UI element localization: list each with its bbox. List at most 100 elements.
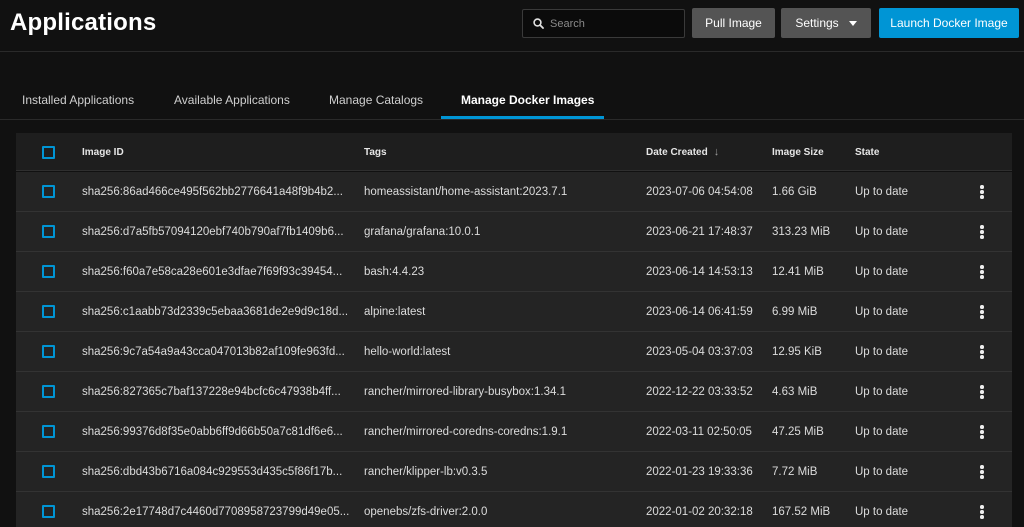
table-header: Image ID Tags Date Created ↓ Image Size … [16, 133, 1012, 171]
row-actions-kebab-icon[interactable] [978, 345, 986, 359]
image-id-cell: sha256:827365c7baf137228e94bcfc6c47938b4… [82, 385, 341, 398]
row-checkbox[interactable] [42, 465, 55, 478]
state-cell: Up to date [855, 465, 909, 478]
state-cell: Up to date [855, 185, 909, 198]
date-created-cell: 2022-03-11 02:50:05 [646, 425, 752, 438]
image-id-cell: sha256:2e17748d7c4460d7708958723799d49e0… [82, 505, 350, 518]
launch-docker-image-label: Launch Docker Image [890, 16, 1008, 30]
tags-cell: alpine:latest [364, 305, 426, 318]
column-header-date-created-label: Date Created [646, 146, 708, 158]
tab-manage-docker-images[interactable]: Manage Docker Images [461, 80, 594, 119]
image-id-cell: sha256:c1aabb73d2339c5ebaa3681de2e9d9c18… [82, 305, 349, 318]
state-cell: Up to date [855, 425, 909, 438]
page-header: Applications Pull Image Settings Launch … [0, 0, 1024, 52]
settings-button[interactable]: Settings [781, 8, 871, 38]
pull-image-button[interactable]: Pull Image [692, 8, 775, 38]
settings-label: Settings [795, 16, 839, 30]
row-checkbox[interactable] [42, 225, 55, 238]
column-header-image-size[interactable]: Image Size [772, 133, 824, 171]
tags-cell: rancher/mirrored-coredns-coredns:1.9.1 [364, 425, 568, 438]
column-header-state[interactable]: State [855, 133, 879, 171]
table-row: sha256:c1aabb73d2339c5ebaa3681de2e9d9c18… [16, 292, 1012, 332]
row-actions-kebab-icon[interactable] [978, 265, 986, 279]
image-size-cell: 6.99 MiB [772, 305, 818, 318]
row-checkbox[interactable] [42, 185, 55, 198]
tab-available-applications[interactable]: Available Applications [174, 80, 290, 119]
image-size-cell: 12.41 MiB [772, 265, 824, 278]
table-row: sha256:827365c7baf137228e94bcfc6c47938b4… [16, 372, 1012, 412]
row-actions-kebab-icon[interactable] [978, 225, 986, 239]
row-actions-kebab-icon[interactable] [978, 185, 986, 199]
date-created-cell: 2022-01-23 19:33:36 [646, 465, 753, 478]
date-created-cell: 2023-06-14 14:53:13 [646, 265, 753, 278]
tags-cell: homeassistant/home-assistant:2023.7.1 [364, 185, 568, 198]
launch-docker-image-button[interactable]: Launch Docker Image [879, 8, 1019, 38]
row-actions-kebab-icon[interactable] [978, 385, 986, 399]
row-actions-kebab-icon[interactable] [978, 505, 986, 519]
search-input[interactable] [550, 10, 680, 37]
table-row: sha256:d7a5fb57094120ebf740b790af7fb1409… [16, 212, 1012, 252]
date-created-cell: 2023-07-06 04:54:08 [646, 185, 753, 198]
table-row: sha256:99376d8f35e0abb6ff9d66b50a7c81df6… [16, 412, 1012, 452]
date-created-cell: 2023-06-14 06:41:59 [646, 305, 753, 318]
image-id-cell: sha256:d7a5fb57094120ebf740b790af7fb1409… [82, 225, 344, 238]
tags-cell: openebs/zfs-driver:2.0.0 [364, 505, 488, 518]
search-box[interactable] [522, 9, 685, 38]
date-created-cell: 2022-01-02 20:32:18 [646, 505, 753, 518]
image-id-cell: sha256:f60a7e58ca28e601e3dfae7f69f93c394… [82, 265, 343, 278]
tags-cell: grafana/grafana:10.0.1 [364, 225, 481, 238]
pull-image-label: Pull Image [705, 16, 762, 30]
image-size-cell: 1.66 GiB [772, 185, 817, 198]
row-actions-kebab-icon[interactable] [978, 425, 986, 439]
tab-installed-applications[interactable]: Installed Applications [22, 80, 134, 119]
table-row: sha256:dbd43b6716a084c929553d435c5f86f17… [16, 452, 1012, 492]
state-cell: Up to date [855, 225, 909, 238]
row-checkbox[interactable] [42, 345, 55, 358]
image-size-cell: 4.63 MiB [772, 385, 818, 398]
image-size-cell: 7.72 MiB [772, 465, 818, 478]
sort-descending-icon: ↓ [713, 146, 720, 158]
row-actions-kebab-icon[interactable] [978, 465, 986, 479]
state-cell: Up to date [855, 505, 909, 518]
select-all-checkbox[interactable] [42, 146, 55, 159]
row-actions-kebab-icon[interactable] [978, 305, 986, 319]
row-checkbox[interactable] [42, 425, 55, 438]
column-header-tags[interactable]: Tags [364, 133, 387, 171]
column-header-date-created[interactable]: Date Created ↓ [646, 133, 719, 171]
tags-cell: bash:4.4.23 [364, 265, 425, 278]
image-id-cell: sha256:9c7a54a9a43cca047013b82af109fe963… [82, 345, 345, 358]
active-tab-indicator [441, 116, 604, 119]
row-checkbox[interactable] [42, 305, 55, 318]
tab-bar: Installed Applications Available Applica… [0, 80, 1024, 120]
image-size-cell: 12.95 KiB [772, 345, 822, 358]
tab-manage-catalogs[interactable]: Manage Catalogs [329, 80, 423, 119]
tags-cell: rancher/klipper-lb:v0.3.5 [364, 465, 488, 478]
date-created-cell: 2022-12-22 03:33:52 [646, 385, 753, 398]
search-icon [533, 18, 544, 29]
image-size-cell: 313.23 MiB [772, 225, 831, 238]
row-checkbox[interactable] [42, 385, 55, 398]
image-id-cell: sha256:86ad466ce495f562bb2776641a48f9b4b… [82, 185, 343, 198]
tags-cell: rancher/mirrored-library-busybox:1.34.1 [364, 385, 566, 398]
row-checkbox[interactable] [42, 505, 55, 518]
table-row: sha256:86ad466ce495f562bb2776641a48f9b4b… [16, 172, 1012, 212]
image-size-cell: 167.52 MiB [772, 505, 831, 518]
table-row: sha256:2e17748d7c4460d7708958723799d49e0… [16, 492, 1012, 527]
state-cell: Up to date [855, 265, 909, 278]
caret-down-icon [848, 21, 857, 26]
table-row: sha256:f60a7e58ca28e601e3dfae7f69f93c394… [16, 252, 1012, 292]
date-created-cell: 2023-05-04 03:37:03 [646, 345, 753, 358]
state-cell: Up to date [855, 385, 909, 398]
column-header-image-id[interactable]: Image ID [82, 133, 124, 171]
image-id-cell: sha256:99376d8f35e0abb6ff9d66b50a7c81df6… [82, 425, 343, 438]
image-size-cell: 47.25 MiB [772, 425, 824, 438]
row-checkbox[interactable] [42, 265, 55, 278]
tags-cell: hello-world:latest [364, 345, 451, 358]
date-created-cell: 2023-06-21 17:48:37 [646, 225, 753, 238]
image-id-cell: sha256:dbd43b6716a084c929553d435c5f86f17… [82, 465, 343, 478]
docker-images-table: Image ID Tags Date Created ↓ Image Size … [16, 133, 1012, 527]
table-row: sha256:9c7a54a9a43cca047013b82af109fe963… [16, 332, 1012, 372]
state-cell: Up to date [855, 345, 909, 358]
state-cell: Up to date [855, 305, 909, 318]
page-title: Applications [10, 9, 157, 36]
